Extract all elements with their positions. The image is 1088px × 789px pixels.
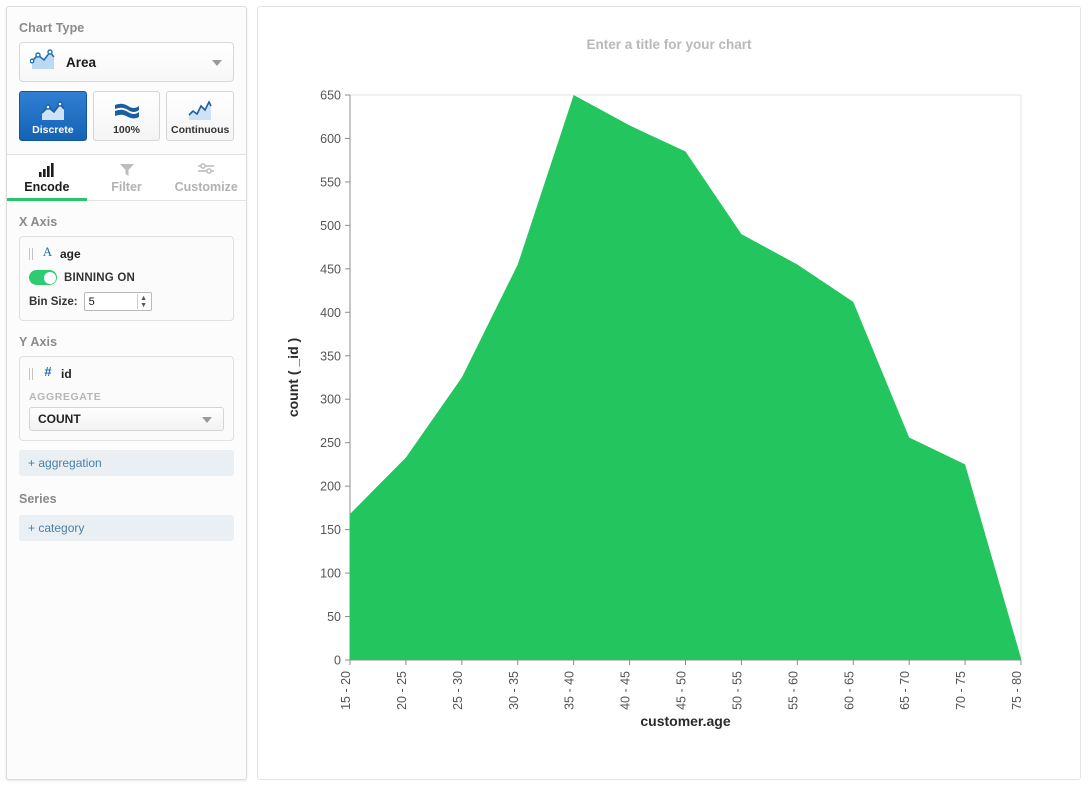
binning-toggle-row[interactable]: BINNING ON: [29, 270, 224, 285]
svg-text:count ( _id ): count ( _id ): [285, 338, 301, 417]
bin-size-row: Bin Size: ▲▼: [29, 292, 224, 311]
svg-text:45 - 50: 45 - 50: [675, 671, 689, 710]
add-category-label: + category: [28, 521, 84, 535]
variant-continuous-label: Continuous: [171, 124, 229, 136]
panel-tabs: Encode Filter: [7, 155, 246, 201]
continuous-area-icon: [186, 98, 214, 124]
y-axis-section-label: Y Axis: [19, 321, 234, 356]
chart-builder-app: Chart Type Area: [0, 0, 1088, 789]
variant-100-button[interactable]: 100%: [93, 91, 161, 141]
x-axis-section-label: X Axis: [19, 201, 234, 236]
chevron-down-icon: [202, 417, 212, 423]
chart-type-label: Chart Type: [19, 7, 234, 42]
svg-text:50: 50: [327, 610, 341, 624]
discrete-area-icon: [39, 98, 67, 124]
svg-text:75 - 80: 75 - 80: [1010, 671, 1024, 710]
tab-customize-label: Customize: [175, 180, 238, 194]
add-category-button[interactable]: + category: [19, 515, 234, 541]
svg-text:customer.age: customer.age: [640, 713, 730, 729]
aggregate-select[interactable]: COUNT: [29, 407, 224, 431]
y-axis-field-head: # id: [29, 364, 224, 383]
svg-text:35 - 40: 35 - 40: [563, 671, 577, 710]
y-axis-field-card[interactable]: # id AGGREGATE COUNT: [19, 356, 234, 441]
svg-text:20 - 25: 20 - 25: [395, 671, 409, 710]
bar-chart-icon: [7, 162, 87, 179]
number-field-icon: #: [41, 364, 55, 383]
sliders-icon: [166, 162, 246, 179]
chevron-down-icon: [212, 60, 222, 66]
svg-text:65 - 70: 65 - 70: [898, 671, 912, 710]
svg-text:0: 0: [334, 654, 341, 668]
bin-size-label: Bin Size:: [29, 296, 78, 308]
variant-continuous-button[interactable]: Continuous: [166, 91, 234, 141]
svg-text:60 - 65: 60 - 65: [842, 671, 856, 710]
binning-label: BINNING ON: [64, 272, 135, 284]
bin-size-input[interactable]: [85, 293, 137, 310]
x-axis-field-card[interactable]: A age BINNING ON Bin Size: ▲▼: [19, 236, 234, 321]
variant-discrete-label: Discrete: [32, 124, 73, 136]
svg-text:250: 250: [320, 436, 341, 450]
svg-text:15 - 20: 15 - 20: [339, 671, 353, 710]
tab-encode[interactable]: Encode: [7, 155, 87, 200]
svg-text:A: A: [43, 244, 53, 258]
stepper-arrows-icon[interactable]: ▲▼: [137, 294, 150, 309]
chart-type-value: Area: [66, 55, 96, 70]
aggregate-value: COUNT: [38, 412, 81, 426]
chart-type-select[interactable]: Area: [19, 42, 234, 82]
area-chart-plot: 0 50 100 150 200 250 300 350 400 450 500 550 600 650 1…: [258, 7, 1082, 781]
svg-text:30 - 35: 30 - 35: [507, 671, 521, 710]
tab-filter[interactable]: Filter: [87, 155, 167, 200]
bin-size-stepper[interactable]: ▲▼: [84, 292, 152, 311]
variant-100-label: 100%: [113, 124, 140, 136]
svg-text:200: 200: [320, 480, 341, 494]
tab-customize[interactable]: Customize: [166, 155, 246, 200]
svg-text:500: 500: [320, 219, 341, 233]
svg-text:300: 300: [320, 393, 341, 407]
x-axis-field-name: age: [60, 247, 81, 261]
svg-text:450: 450: [320, 262, 341, 276]
svg-text:70 - 75: 70 - 75: [954, 671, 968, 710]
x-axis-field-head: A age: [29, 244, 224, 263]
svg-text:400: 400: [320, 306, 341, 320]
left-config-panel: Chart Type Area: [6, 6, 247, 780]
svg-text:#: #: [44, 364, 52, 378]
series-section-label: Series: [19, 492, 234, 506]
y-axis-field-name: id: [61, 367, 72, 381]
svg-text:650: 650: [320, 89, 341, 103]
chart-panel: Enter a title for your chart 05010015020…: [257, 6, 1081, 780]
svg-text:50 - 55: 50 - 55: [730, 671, 744, 710]
funnel-icon: [87, 162, 167, 179]
svg-text:350: 350: [320, 349, 341, 363]
svg-text:100: 100: [320, 567, 341, 581]
text-field-icon: A: [41, 244, 54, 263]
tab-encode-label: Encode: [24, 180, 69, 194]
svg-text:40 - 45: 40 - 45: [619, 671, 633, 710]
binning-toggle[interactable]: [29, 270, 57, 285]
stacked-100-area-icon: [113, 98, 141, 124]
drag-handle-icon[interactable]: [29, 368, 35, 380]
add-aggregation-button[interactable]: + aggregation: [19, 450, 234, 476]
variant-discrete-button[interactable]: Discrete: [19, 91, 87, 141]
svg-text:55 - 60: 55 - 60: [786, 671, 800, 710]
tab-filter-label: Filter: [111, 180, 142, 194]
svg-text:600: 600: [320, 132, 341, 146]
svg-text:25 - 30: 25 - 30: [451, 671, 465, 710]
aggregate-label: AGGREGATE: [29, 391, 224, 403]
drag-handle-icon[interactable]: [29, 248, 35, 260]
svg-text:550: 550: [320, 175, 341, 189]
svg-text:150: 150: [320, 523, 341, 537]
chart-variant-group: Discrete 100%: [19, 91, 234, 141]
area-chart-icon: [30, 49, 56, 76]
add-aggregation-label: + aggregation: [28, 456, 102, 470]
